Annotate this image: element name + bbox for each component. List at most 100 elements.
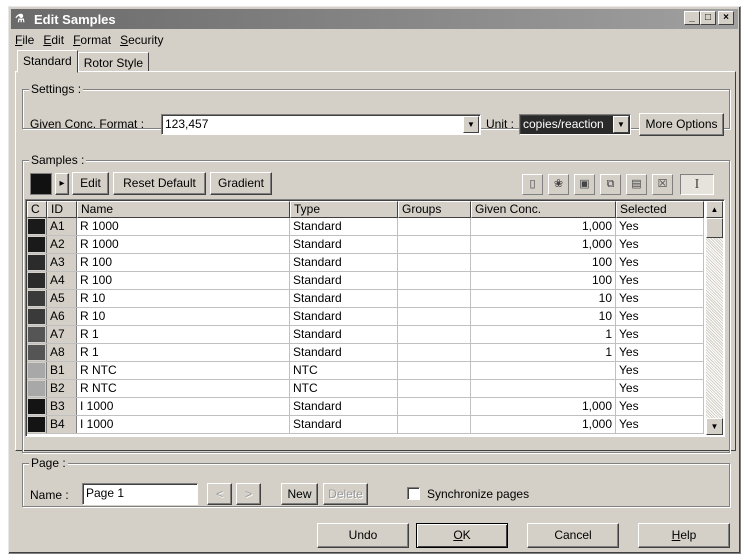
paste-icon[interactable]: ▤ xyxy=(626,174,647,195)
synchronize-pages-label[interactable]: Synchronize pages xyxy=(427,487,529,501)
table-row[interactable]: A3 R 100 Standard 100 Yes xyxy=(27,254,704,272)
cell-given-conc[interactable]: 1 xyxy=(471,344,616,361)
cell-groups[interactable] xyxy=(398,254,471,271)
table-row[interactable]: B4 I 1000 Standard 1,000 Yes xyxy=(27,416,704,434)
cell-given-conc[interactable]: 1,000 xyxy=(471,236,616,253)
cell-selected[interactable]: Yes xyxy=(616,326,704,343)
save-icon[interactable]: ▣ xyxy=(574,174,595,195)
cell-name[interactable]: I 1000 xyxy=(77,416,290,433)
cell-id[interactable]: A1 xyxy=(47,218,77,235)
cell-id[interactable]: A4 xyxy=(47,272,77,289)
copy-icon[interactable]: ⧉ xyxy=(600,174,621,195)
cell-name[interactable]: I 1000 xyxy=(77,398,290,415)
cell-selected[interactable]: Yes xyxy=(616,218,704,235)
cell-color[interactable] xyxy=(27,362,47,379)
menu-format[interactable]: Format xyxy=(69,31,116,49)
cell-selected[interactable]: Yes xyxy=(616,344,704,361)
cell-name[interactable]: R 10 xyxy=(77,290,290,307)
cell-name[interactable]: R 100 xyxy=(77,272,290,289)
cell-groups[interactable] xyxy=(398,380,471,397)
table-row[interactable]: A1 R 1000 Standard 1,000 Yes xyxy=(27,218,704,236)
cell-id[interactable]: B4 xyxy=(47,416,77,433)
cell-groups[interactable] xyxy=(398,362,471,379)
help-button[interactable]: Help xyxy=(638,523,730,548)
cell-color[interactable] xyxy=(27,290,47,307)
table-row[interactable]: A7 R 1 Standard 1 Yes xyxy=(27,326,704,344)
cell-id[interactable]: A3 xyxy=(47,254,77,271)
cell-type[interactable]: Standard xyxy=(290,272,398,289)
cell-type[interactable]: Standard xyxy=(290,290,398,307)
cell-color[interactable] xyxy=(27,398,47,415)
cell-groups[interactable] xyxy=(398,290,471,307)
scroll-thumb[interactable] xyxy=(706,218,723,238)
cell-type[interactable]: Standard xyxy=(290,416,398,433)
cell-groups[interactable] xyxy=(398,236,471,253)
table-row[interactable]: A6 R 10 Standard 10 Yes xyxy=(27,308,704,326)
page-name-field[interactable]: Page 1 xyxy=(82,483,198,505)
cell-given-conc[interactable]: 10 xyxy=(471,290,616,307)
cell-groups[interactable] xyxy=(398,326,471,343)
cell-color[interactable] xyxy=(27,272,47,289)
cell-groups[interactable] xyxy=(398,344,471,361)
cell-color[interactable] xyxy=(27,416,47,433)
cell-id[interactable]: A8 xyxy=(47,344,77,361)
ok-button[interactable]: OK xyxy=(416,523,508,548)
cell-type[interactable]: Standard xyxy=(290,308,398,325)
cell-color[interactable] xyxy=(27,218,47,235)
cell-selected[interactable]: Yes xyxy=(616,308,704,325)
minimize-button[interactable]: _ xyxy=(684,11,700,25)
cell-selected[interactable]: Yes xyxy=(616,416,704,433)
cell-given-conc[interactable]: 100 xyxy=(471,272,616,289)
title-bar[interactable]: ⚗ Edit Samples _ □ × xyxy=(11,9,738,29)
cell-id[interactable]: A7 xyxy=(47,326,77,343)
column-header-selected[interactable]: Selected xyxy=(616,201,704,218)
table-row[interactable]: A5 R 10 Standard 10 Yes xyxy=(27,290,704,308)
new-page-icon[interactable]: ▯ xyxy=(522,174,543,195)
cell-groups[interactable] xyxy=(398,218,471,235)
cell-type[interactable]: Standard xyxy=(290,254,398,271)
color-arrow-button[interactable]: ▸ xyxy=(55,173,69,195)
cell-color[interactable] xyxy=(27,236,47,253)
samples-grid[interactable]: C ID Name Type Groups Given Conc. Select… xyxy=(25,199,725,437)
scroll-up-icon[interactable]: ▲ xyxy=(706,201,723,218)
table-row[interactable]: B3 I 1000 Standard 1,000 Yes xyxy=(27,398,704,416)
cell-color[interactable] xyxy=(27,326,47,343)
scroll-down-icon[interactable]: ▼ xyxy=(706,418,723,435)
cell-given-conc[interactable]: 100 xyxy=(471,254,616,271)
cell-type[interactable]: Standard xyxy=(290,218,398,235)
delete-icon[interactable]: ☒ xyxy=(652,174,673,195)
cell-color[interactable] xyxy=(27,380,47,397)
cell-id[interactable]: B3 xyxy=(47,398,77,415)
cell-selected[interactable]: Yes xyxy=(616,254,704,271)
menu-security[interactable]: Security xyxy=(116,31,168,49)
menu-edit[interactable]: Edit xyxy=(39,31,69,49)
cell-name[interactable]: R 100 xyxy=(77,254,290,271)
previous-page-button[interactable]: < xyxy=(207,483,232,505)
close-button[interactable]: × xyxy=(718,11,734,25)
reset-default-button[interactable]: Reset Default xyxy=(113,172,206,195)
cancel-button[interactable]: Cancel xyxy=(527,523,619,548)
column-header-type[interactable]: Type xyxy=(290,201,398,218)
cell-type[interactable]: NTC xyxy=(290,380,398,397)
cell-color[interactable] xyxy=(27,254,47,271)
cell-given-conc[interactable]: 1,000 xyxy=(471,416,616,433)
synchronize-pages-checkbox[interactable] xyxy=(407,487,420,500)
cell-name[interactable]: R NTC xyxy=(77,362,290,379)
cell-type[interactable]: NTC xyxy=(290,362,398,379)
cell-given-conc[interactable] xyxy=(471,380,616,397)
open-icon[interactable]: ❀ xyxy=(548,174,569,195)
cell-id[interactable]: A2 xyxy=(47,236,77,253)
cell-name[interactable]: R 10 xyxy=(77,308,290,325)
cell-given-conc[interactable] xyxy=(471,362,616,379)
table-row[interactable]: B1 R NTC NTC Yes xyxy=(27,362,704,380)
column-header-name[interactable]: Name xyxy=(77,201,290,218)
gradient-button[interactable]: Gradient xyxy=(210,172,272,195)
cell-type[interactable]: Standard xyxy=(290,326,398,343)
cell-type[interactable]: Standard xyxy=(290,398,398,415)
cell-id[interactable]: A5 xyxy=(47,290,77,307)
cell-name[interactable]: R NTC xyxy=(77,380,290,397)
edit-button[interactable]: Edit xyxy=(72,172,109,195)
table-row[interactable]: B2 R NTC NTC Yes xyxy=(27,380,704,398)
undo-button[interactable]: Undo xyxy=(317,523,409,548)
cell-color[interactable] xyxy=(27,308,47,325)
